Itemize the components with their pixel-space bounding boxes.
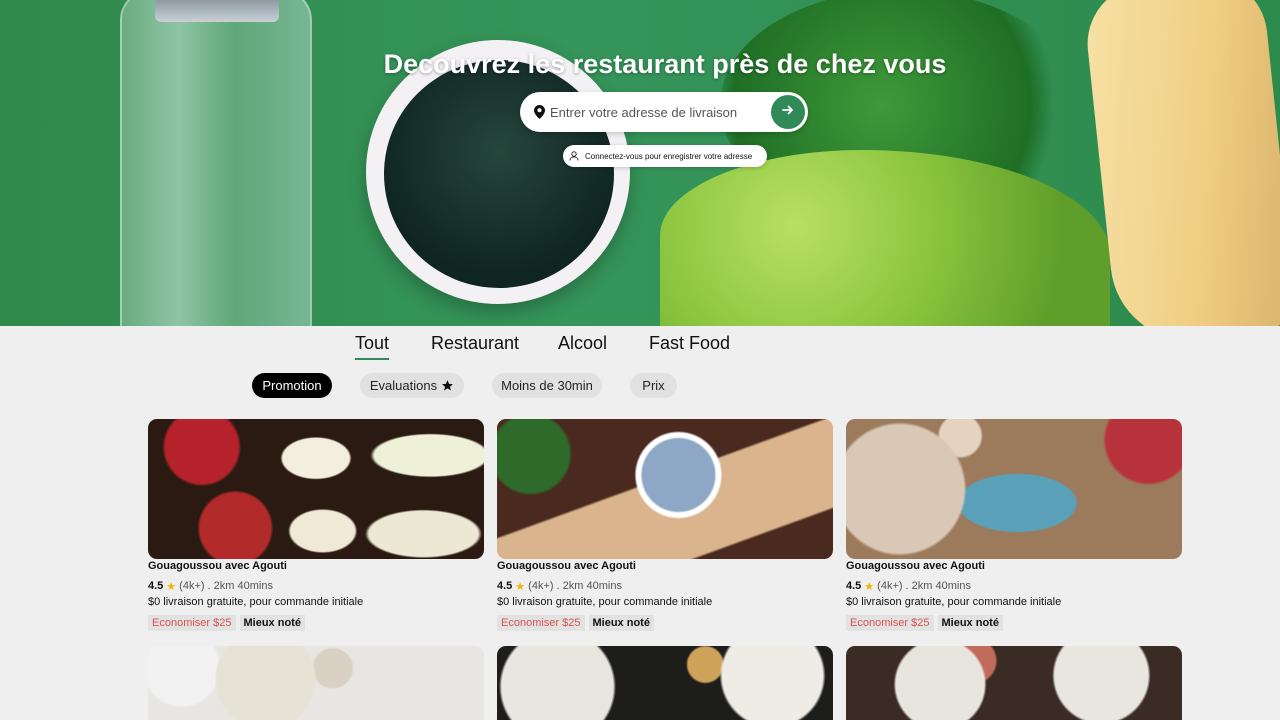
category-tabs: Tout Restaurant Alcool Fast Food [0,333,1280,363]
restaurant-image[interactable] [148,419,484,559]
rating-value: 4.5 [148,580,164,592]
restaurant-image[interactable] [846,646,1182,720]
restaurant-card[interactable]: Gouagoussou avec Agouti 4.5 ★ (4k+) . 2k… [497,419,833,631]
restaurant-card[interactable] [846,646,1182,720]
location-pin-icon [532,105,546,119]
search-go-button[interactable] [771,95,805,129]
rating-value: 4.5 [846,580,862,592]
restaurant-image[interactable] [497,646,833,720]
badges: Economiser $25 Mieux noté [148,615,484,631]
arrow-right-icon [782,103,794,121]
distance-time: . 2km 40mins [207,580,273,592]
filter-prix-label: Prix [642,378,665,393]
restaurant-meta: 4.5 ★ (4k+) . 2km 40mins [497,579,833,593]
promo-text: $0 livraison gratuite, pour commande ini… [846,596,1062,608]
review-count: (4k+) [877,580,903,592]
restaurant-meta: 4.5 ★ (4k+) . 2km 40mins [846,579,1182,593]
tab-restaurant[interactable]: Restaurant [431,333,519,358]
review-count: (4k+) [528,580,554,592]
login-hint-label: Connectez-vous pour enregistrer votre ad… [585,151,753,161]
hero-banner: Decouvrez les restaurant près de chez vo… [0,0,1280,326]
badges: Economiser $25 Mieux noté [846,615,1182,631]
restaurant-card[interactable]: Gouagoussou avec Agouti 4.5 ★ (4k+) . 2k… [148,419,484,631]
star-icon: ★ [515,580,526,593]
tab-fast-food[interactable]: Fast Food [649,333,730,358]
promo-text: $0 livraison gratuite, pour commande ini… [497,596,713,608]
savings-badge: Economiser $25 [148,615,236,631]
restaurant-card[interactable] [148,646,484,720]
filter-moins-30min-label: Moins de 30min [501,378,593,393]
star-icon: ★ [166,580,177,593]
login-save-address-link[interactable]: Connectez-vous pour enregistrer votre ad… [563,145,767,167]
restaurant-name: Gouagoussou avec Agouti [148,560,287,572]
filter-evaluations[interactable]: Evaluations [360,373,464,398]
restaurant-image[interactable] [497,419,833,559]
filter-promotion[interactable]: Promotion [252,373,332,398]
user-icon [569,151,579,161]
filter-moins-30min[interactable]: Moins de 30min [492,373,602,398]
bottle-cap-image [155,0,279,22]
restaurant-name: Gouagoussou avec Agouti [497,560,636,572]
restaurant-card[interactable] [497,646,833,720]
distance-time: . 2km 40mins [905,580,971,592]
star-icon: ★ [864,580,875,593]
filter-promotion-label: Promotion [262,378,322,393]
restaurant-image[interactable] [148,646,484,720]
tab-tout[interactable]: Tout [355,333,390,360]
savings-badge: Economiser $25 [846,615,934,631]
filter-evaluations-label: Evaluations [369,378,438,393]
top-rated-badge: Mieux noté [588,615,654,631]
distance-time: . 2km 40mins [556,580,622,592]
savings-badge: Economiser $25 [497,615,585,631]
review-count: (4k+) [179,580,205,592]
restaurant-image[interactable] [846,419,1182,559]
star-icon [441,379,454,392]
badges: Economiser $25 Mieux noté [497,615,833,631]
restaurant-card[interactable]: Gouagoussou avec Agouti 4.5 ★ (4k+) . 2k… [846,419,1182,631]
lettuce-image [660,150,1110,326]
top-rated-badge: Mieux noté [239,615,305,631]
address-search-input[interactable] [550,104,760,120]
restaurant-meta: 4.5 ★ (4k+) . 2km 40mins [148,579,484,593]
restaurant-name: Gouagoussou avec Agouti [846,560,985,572]
rating-value: 4.5 [497,580,513,592]
address-search-box [520,92,808,132]
filter-prix[interactable]: Prix [630,373,677,398]
tab-alcool[interactable]: Alcool [558,333,607,358]
hero-title: Decouvrez les restaurant près de chez vo… [383,49,947,79]
promo-text: $0 livraison gratuite, pour commande ini… [148,596,364,608]
top-rated-badge: Mieux noté [937,615,1003,631]
